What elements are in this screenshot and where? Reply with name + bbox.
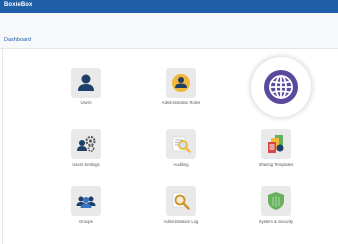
users-settings-icon	[77, 136, 96, 152]
app-title: BoxieBox	[4, 2, 33, 8]
groups-icon	[76, 196, 96, 208]
sharing-templates-tile[interactable]	[261, 129, 291, 159]
auditing-tile[interactable]	[166, 129, 196, 159]
sharing-templates-icon	[268, 135, 284, 153]
system-security-label: System & Security	[258, 219, 294, 224]
users-settings-label: Users Settings	[72, 162, 100, 167]
groups-label: Groups	[79, 219, 93, 224]
left-divider	[2, 49, 3, 244]
system-security-tile[interactable]	[261, 186, 291, 216]
users-label: Users	[80, 100, 92, 105]
shield-icon	[268, 192, 284, 210]
globe-icon	[264, 70, 298, 104]
admin-log-icon	[172, 192, 190, 210]
sharing-templates-label: Sharing Templates	[258, 162, 294, 167]
auditing-label: Auditing	[173, 162, 189, 167]
globe-highlight[interactable]	[251, 57, 311, 117]
breadcrumb-dashboard[interactable]: Dashboard	[4, 37, 31, 43]
administration-log-label: Administration Log	[163, 219, 199, 224]
administration-log-tile[interactable]	[166, 186, 196, 216]
administration-roles-label: Administration Roles	[161, 100, 201, 105]
users-settings-tile[interactable]	[71, 129, 101, 159]
admin-role-icon	[172, 74, 190, 92]
app-header: BoxieBox	[0, 0, 338, 13]
user-icon	[78, 74, 94, 91]
subheader	[0, 13, 338, 49]
groups-tile[interactable]	[71, 186, 101, 216]
users-tile[interactable]	[71, 68, 101, 98]
audit-icon	[172, 136, 191, 153]
administration-roles-tile[interactable]	[166, 68, 196, 98]
